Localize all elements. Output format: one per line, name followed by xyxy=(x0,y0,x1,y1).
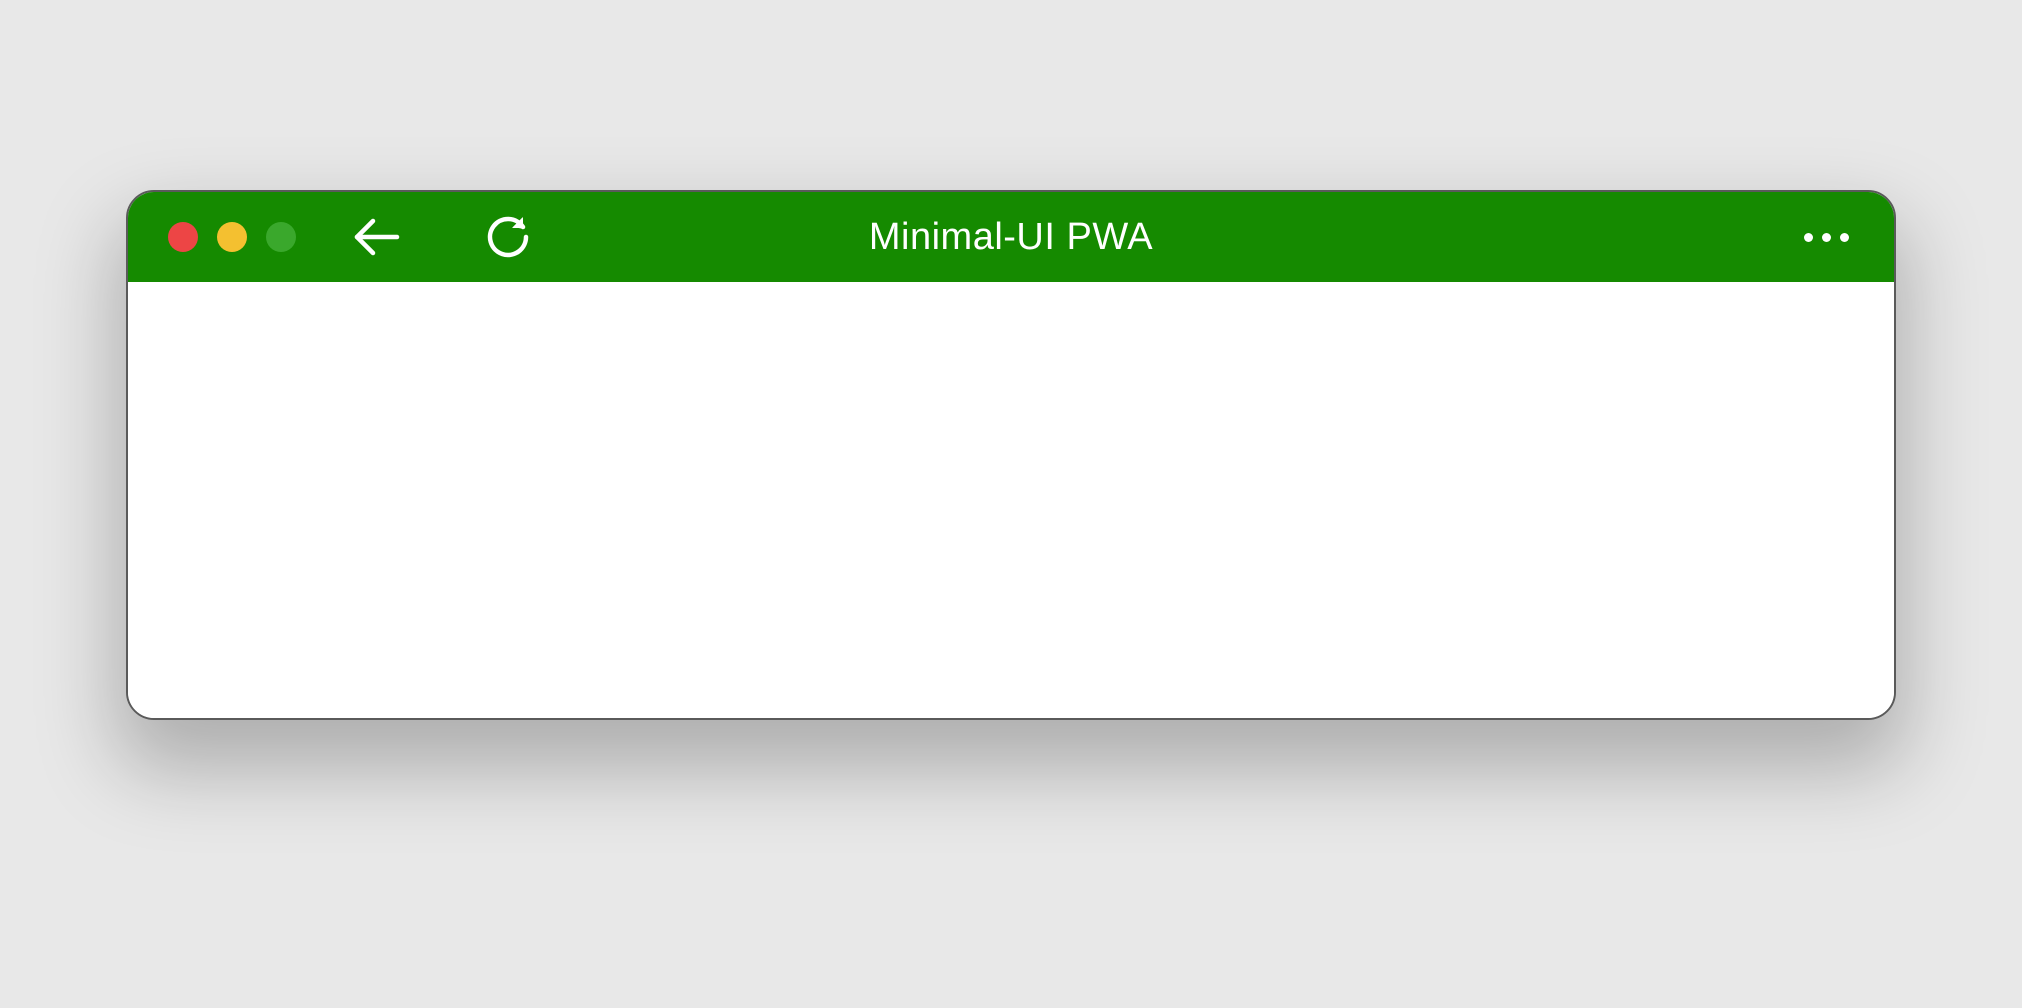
window-controls xyxy=(168,222,296,252)
back-button[interactable] xyxy=(351,216,401,258)
back-arrow-icon xyxy=(351,216,401,258)
more-options-icon xyxy=(1822,233,1831,242)
window-title: Minimal-UI PWA xyxy=(869,216,1153,259)
more-options-icon xyxy=(1840,233,1849,242)
titlebar: Minimal-UI PWA xyxy=(128,192,1894,282)
nav-controls xyxy=(351,215,530,259)
reload-icon xyxy=(486,215,530,259)
close-window-button[interactable] xyxy=(168,222,198,252)
minimize-window-button[interactable] xyxy=(217,222,247,252)
app-window: Minimal-UI PWA xyxy=(126,190,1896,720)
reload-button[interactable] xyxy=(486,215,530,259)
more-options-button[interactable] xyxy=(1804,233,1849,242)
content-area xyxy=(128,282,1894,718)
maximize-window-button[interactable] xyxy=(266,222,296,252)
more-options-icon xyxy=(1804,233,1813,242)
